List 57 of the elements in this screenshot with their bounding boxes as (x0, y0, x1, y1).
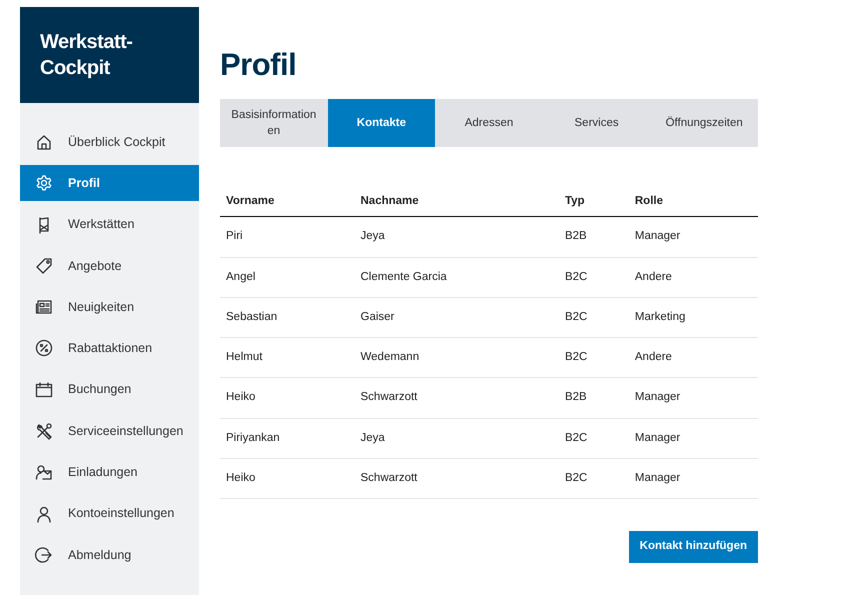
tools-icon (35, 422, 53, 440)
table-cell: Manager (628, 216, 758, 257)
brand-title: Werkstatt-Cockpit (40, 30, 134, 81)
sidebar-item[interactable]: Abmeldung (20, 536, 199, 573)
settings-icon (35, 174, 53, 192)
table-cell: Gaiser (354, 297, 559, 338)
sidebar-item[interactable]: Buchungen (20, 372, 199, 408)
table-cell: Jeya (354, 216, 559, 257)
table-cell: Wedemann (354, 338, 559, 378)
sidebar-item[interactable]: Serviceeinstellungen (20, 413, 199, 450)
percent-icon (35, 339, 53, 358)
sidebar-item[interactable]: Werkstätten (20, 206, 199, 243)
table-cell: B2B (558, 216, 629, 257)
table-cell: Heiko (220, 458, 354, 498)
home-icon (35, 133, 53, 151)
column-header: Typ (558, 183, 629, 217)
calendar-icon (35, 380, 53, 399)
sidebar-item[interactable]: Überblick Cockpit (20, 124, 199, 160)
table-cell: Marketing (628, 297, 758, 338)
table-cell: Heiko (220, 378, 354, 418)
table-cell: Jeya (354, 418, 559, 458)
table-cell: B2C (558, 338, 629, 378)
table-cell: Helmut (220, 338, 354, 378)
table-cell: Andere (628, 257, 758, 298)
table-cell: Manager (628, 378, 758, 418)
sidebar-item[interactable]: Rabattaktionen (20, 330, 199, 366)
table-cell: Clemente Garcia (354, 257, 559, 298)
column-header: Rolle (628, 183, 758, 217)
page-title: Profil (220, 47, 298, 83)
sidebar-item[interactable]: Kontoeinstellungen (20, 496, 199, 532)
table-cell: B2B (558, 378, 629, 418)
sidebar-item[interactable]: Profil (20, 165, 199, 202)
table-cell: B2C (558, 257, 629, 298)
tab[interactable]: Kontakte (328, 99, 436, 147)
table-cell: Manager (628, 418, 758, 458)
user-icon (35, 504, 53, 523)
table-cell: Andere (628, 338, 758, 378)
add-contact-button[interactable]: Kontakt hinzufügen (628, 531, 758, 563)
table-cell: B2C (558, 297, 629, 338)
tag-icon (35, 256, 53, 275)
table-cell: Schwarzott (354, 378, 559, 418)
logout-icon (35, 546, 53, 564)
invite-icon (35, 463, 53, 482)
column-header: Vorname (220, 183, 354, 217)
table-cell: Piri (220, 216, 354, 257)
sidebar-item[interactable]: Neuigkeiten (20, 289, 199, 326)
table-cell: B2C (558, 458, 629, 498)
table-cell: Piriyankan (220, 418, 354, 458)
sidebar-item[interactable]: Einladungen (20, 454, 199, 490)
table-cell: Manager (628, 458, 758, 498)
table-cell: Sebastian (220, 297, 354, 338)
table-cell: B2C (558, 418, 629, 458)
newspaper-icon (35, 298, 53, 316)
table-cell: Schwarzott (354, 458, 559, 498)
column-header: Nachname (354, 183, 559, 217)
table-cell: Angel (220, 257, 354, 298)
sidebar-item[interactable]: Angebote (20, 248, 199, 284)
